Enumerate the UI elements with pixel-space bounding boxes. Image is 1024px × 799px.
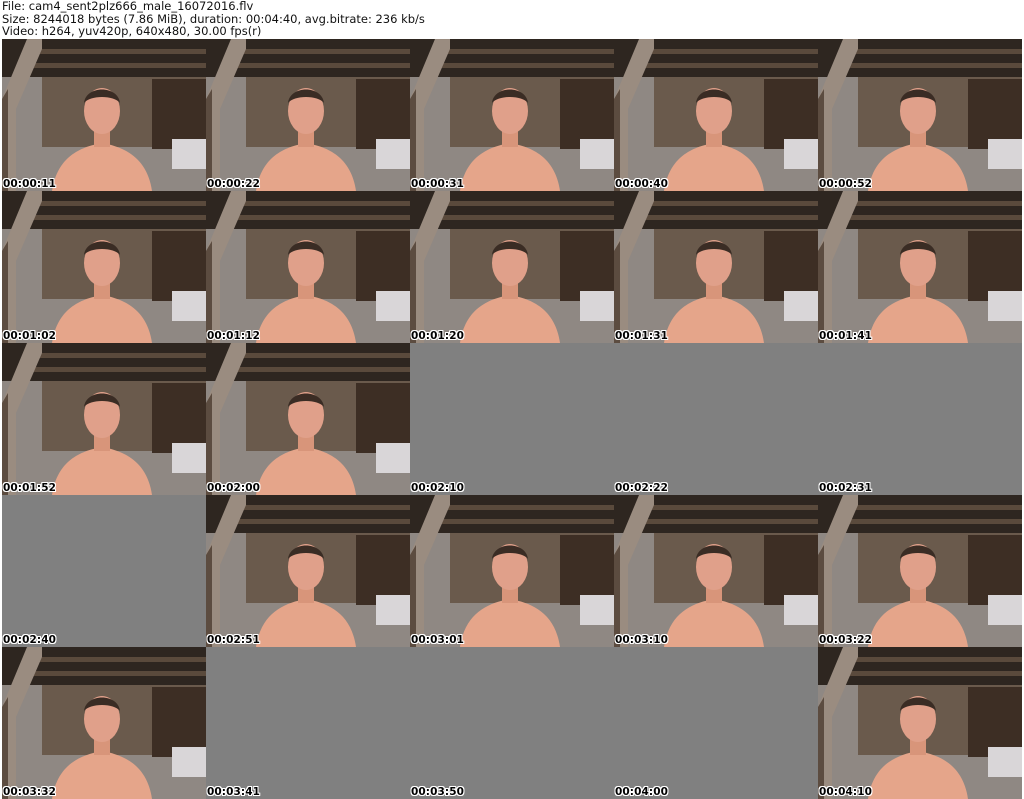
frame-timestamp: 00:03:22 xyxy=(819,634,873,646)
blank-frame-thumbnail: 00:03:50 xyxy=(410,647,614,799)
frame-timestamp: 00:01:41 xyxy=(819,330,873,342)
video-frame-image xyxy=(2,191,206,343)
video-frame-image xyxy=(614,191,818,343)
frame-thumbnail: 00:00:31 xyxy=(410,39,614,191)
info-header: File: cam4_sent2plz666_male_16072016.flv… xyxy=(2,0,1022,38)
video-frame-image xyxy=(614,39,818,191)
video-frame-image xyxy=(206,343,410,495)
video-frame-image xyxy=(206,191,410,343)
blank-frame-thumbnail: 00:02:10 xyxy=(410,343,614,495)
video-frame-image xyxy=(818,191,1022,343)
frame-timestamp: 00:03:01 xyxy=(411,634,465,646)
blank-frame-thumbnail: 00:03:41 xyxy=(206,647,410,799)
video-frame-image xyxy=(818,495,1022,647)
frame-thumbnail: 00:01:31 xyxy=(614,191,818,343)
frame-timestamp: 00:00:22 xyxy=(207,178,261,190)
frame-timestamp: 00:02:00 xyxy=(207,482,261,494)
frame-timestamp: 00:00:40 xyxy=(615,178,669,190)
blank-frame-thumbnail: 00:02:22 xyxy=(614,343,818,495)
blank-frame-thumbnail: 00:04:00 xyxy=(614,647,818,799)
frame-timestamp: 00:00:11 xyxy=(3,178,57,190)
video-frame-image xyxy=(2,647,206,799)
frame-thumbnail: 00:01:41 xyxy=(818,191,1022,343)
video-frame-image xyxy=(818,647,1022,799)
frame-thumbnail: 00:03:32 xyxy=(2,647,206,799)
frame-thumbnail: 00:03:01 xyxy=(410,495,614,647)
video-info-line: Video: h264, yuv420p, 640x480, 30.00 fps… xyxy=(2,24,262,38)
frame-thumbnail: 00:03:10 xyxy=(614,495,818,647)
video-frame-image xyxy=(410,191,614,343)
video-frame-image xyxy=(2,343,206,495)
frame-thumbnail: 00:01:12 xyxy=(206,191,410,343)
file-name-line: File: cam4_sent2plz666_male_16072016.flv xyxy=(2,0,254,13)
frame-timestamp: 00:01:02 xyxy=(3,330,57,342)
video-frame-image xyxy=(206,39,410,191)
video-frame-image xyxy=(410,39,614,191)
frame-timestamp: 00:02:40 xyxy=(3,634,57,646)
frame-timestamp: 00:02:22 xyxy=(615,482,669,494)
frame-timestamp: 00:00:31 xyxy=(411,178,465,190)
frame-timestamp: 00:03:41 xyxy=(207,786,261,798)
frame-timestamp: 00:01:12 xyxy=(207,330,261,342)
frame-timestamp: 00:02:10 xyxy=(411,482,465,494)
frame-timestamp: 00:01:20 xyxy=(411,330,465,342)
frame-timestamp: 00:01:31 xyxy=(615,330,669,342)
blank-frame-thumbnail: 00:02:31 xyxy=(818,343,1022,495)
frame-thumbnail: 00:04:10 xyxy=(818,647,1022,799)
frame-thumbnail: 00:00:40 xyxy=(614,39,818,191)
frame-timestamp: 00:03:10 xyxy=(615,634,669,646)
video-frame-image xyxy=(2,39,206,191)
blank-frame-thumbnail: 00:02:40 xyxy=(2,495,206,647)
frame-timestamp: 00:00:52 xyxy=(819,178,873,190)
frame-timestamp: 00:02:31 xyxy=(819,482,873,494)
frame-thumbnail: 00:01:20 xyxy=(410,191,614,343)
frame-thumbnail: 00:02:51 xyxy=(206,495,410,647)
video-frame-image xyxy=(818,39,1022,191)
frame-thumbnail: 00:01:02 xyxy=(2,191,206,343)
frame-thumbnail: 00:02:00 xyxy=(206,343,410,495)
frame-timestamp: 00:01:52 xyxy=(3,482,57,494)
frame-timestamp: 00:03:50 xyxy=(411,786,465,798)
frame-thumbnail: 00:03:22 xyxy=(818,495,1022,647)
frame-thumbnail: 00:00:11 xyxy=(2,39,206,191)
video-frame-image xyxy=(614,495,818,647)
frame-thumbnail: 00:00:52 xyxy=(818,39,1022,191)
thumbnail-grid: 00:00:11 00:00:22 00:00:31 00:00:40 00:00:52… xyxy=(2,39,1022,799)
frame-timestamp: 00:03:32 xyxy=(3,786,57,798)
frame-timestamp: 00:02:51 xyxy=(207,634,261,646)
frame-timestamp: 00:04:00 xyxy=(615,786,669,798)
frame-thumbnail: 00:01:52 xyxy=(2,343,206,495)
video-frame-image xyxy=(410,495,614,647)
frame-timestamp: 00:04:10 xyxy=(819,786,873,798)
frame-thumbnail: 00:00:22 xyxy=(206,39,410,191)
video-frame-image xyxy=(206,495,410,647)
